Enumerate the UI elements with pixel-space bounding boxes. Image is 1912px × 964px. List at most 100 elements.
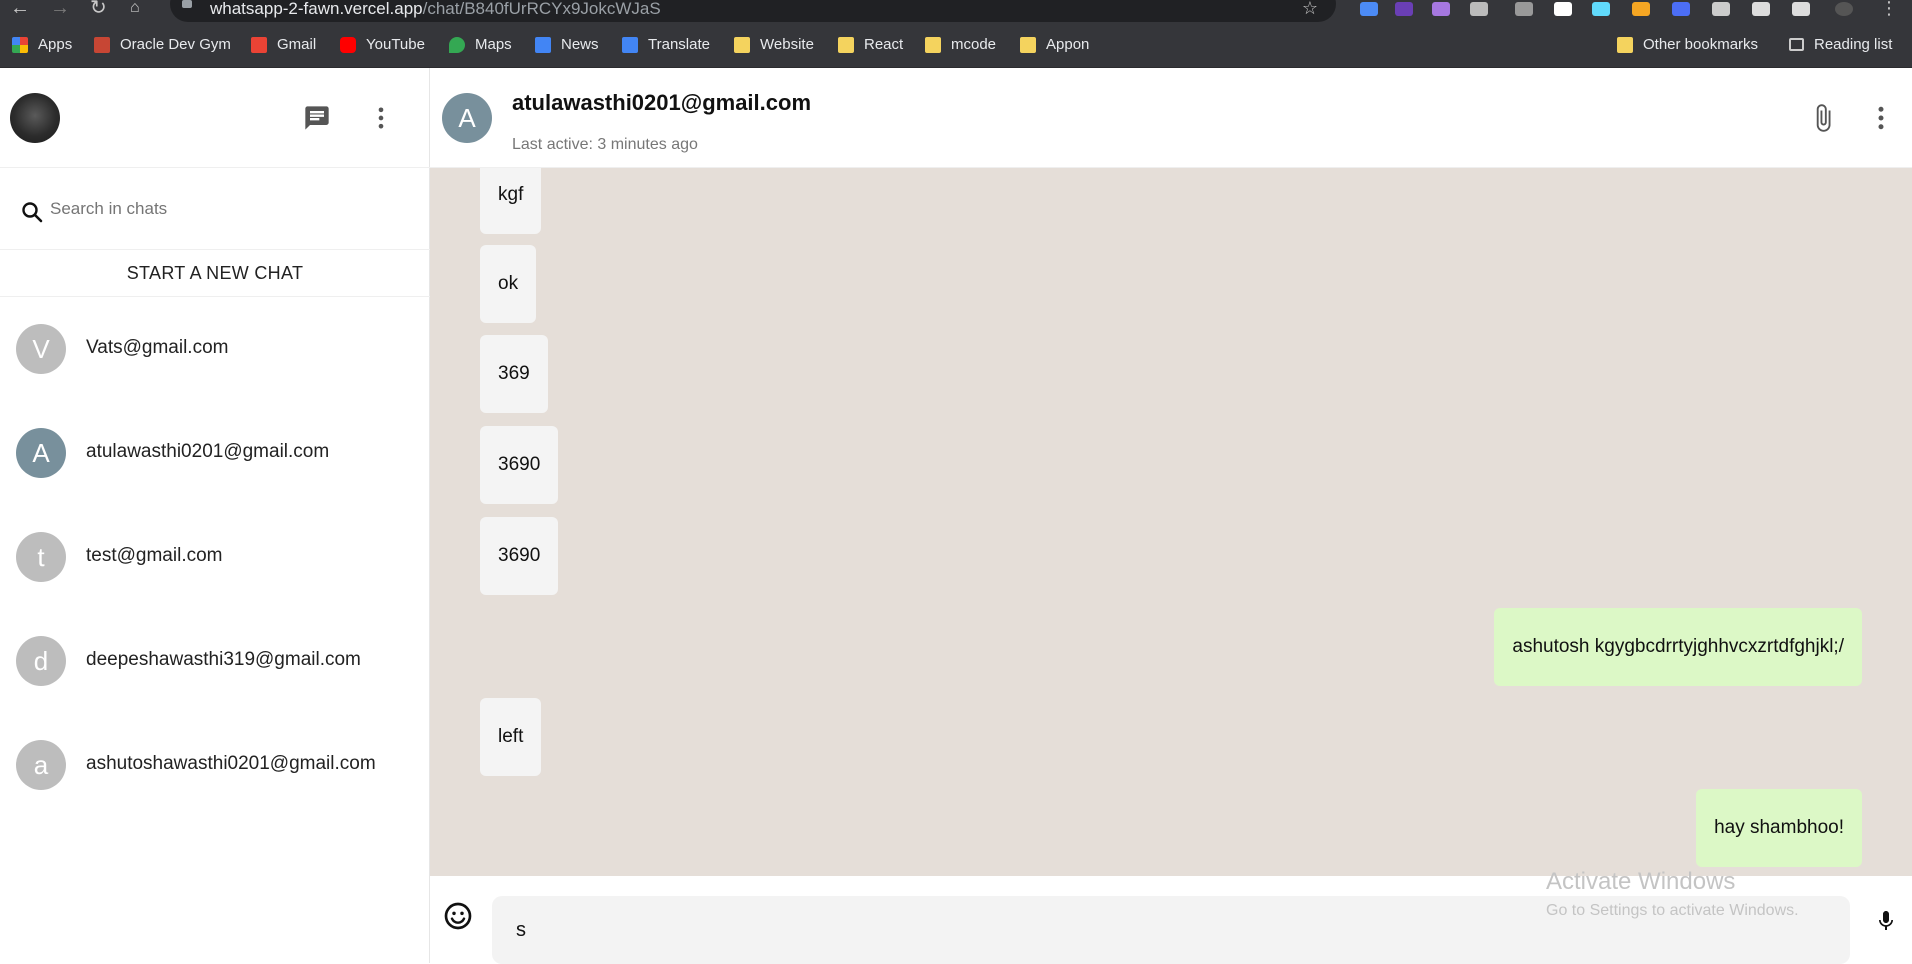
chat-list-item[interactable]: A atulawasthi0201@gmail.com bbox=[0, 401, 430, 505]
received-message: kgf bbox=[480, 168, 542, 234]
bookmark-apps[interactable]: Apps bbox=[12, 36, 72, 53]
reload-icon[interactable]: ↻ bbox=[90, 0, 107, 18]
sent-message: ashutosh kgygbcdrrtyjghhvcxzrtdfghjkl;/ bbox=[1494, 608, 1862, 686]
bookmark-youtube[interactable]: YouTube bbox=[340, 36, 425, 53]
contact-avatar: d bbox=[16, 636, 66, 686]
extension-icon[interactable] bbox=[1712, 2, 1730, 16]
bookmark-star-icon[interactable]: ☆ bbox=[1302, 0, 1318, 19]
profile-avatar[interactable] bbox=[1835, 2, 1853, 16]
extension-icon[interactable] bbox=[1554, 2, 1572, 16]
react-devtools-icon[interactable] bbox=[1592, 2, 1610, 16]
lock-icon bbox=[182, 0, 192, 8]
chat-list-item[interactable]: a ashutoshawasthi0201@gmail.com bbox=[0, 713, 430, 817]
microphone-icon[interactable] bbox=[1874, 908, 1898, 939]
start-new-chat-button[interactable]: START A NEW CHAT bbox=[0, 250, 430, 297]
chat-list-item[interactable]: t test@gmail.com bbox=[0, 505, 430, 609]
oracle-icon bbox=[94, 36, 110, 53]
bookmark-label: Website bbox=[760, 36, 814, 53]
received-message: 3690 bbox=[480, 517, 559, 595]
folder-icon bbox=[838, 36, 854, 53]
bookmark-label: Reading list bbox=[1814, 36, 1893, 53]
watermark-subtitle: Go to Settings to activate Windows. bbox=[1546, 902, 1799, 919]
chat-header: A atulawasthi0201@gmail.com Last active:… bbox=[430, 68, 1912, 168]
attach-file-icon[interactable] bbox=[1808, 102, 1838, 139]
url-host: whatsapp-2-fawn.vercel.app bbox=[210, 0, 423, 18]
watermark-title: Activate Windows bbox=[1546, 868, 1736, 895]
extension-icon[interactable] bbox=[1672, 2, 1690, 16]
bookmark-label: Other bookmarks bbox=[1643, 36, 1759, 53]
folder-icon bbox=[734, 36, 750, 53]
bookmark-gmail[interactable]: Gmail bbox=[251, 36, 316, 53]
sidebar-header bbox=[0, 68, 430, 168]
bookmark-label: Appon bbox=[1046, 36, 1090, 53]
extension-icon[interactable] bbox=[1432, 2, 1450, 16]
bookmark-label: Apps bbox=[38, 36, 73, 53]
chat-panel: A atulawasthi0201@gmail.com Last active:… bbox=[430, 68, 1912, 964]
chat-list-item[interactable]: d deepeshawasthi319@gmail.com bbox=[0, 609, 430, 713]
bookmark-website[interactable]: Website bbox=[734, 36, 814, 53]
folder-icon bbox=[925, 36, 941, 53]
bookmark-label: Maps bbox=[475, 36, 512, 53]
extensions-puzzle-icon[interactable] bbox=[1752, 2, 1770, 16]
forward-icon[interactable]: → bbox=[50, 0, 70, 18]
contact-email: test@gmail.com bbox=[86, 545, 223, 566]
bookmark-label: React bbox=[864, 36, 904, 53]
extension-icon[interactable] bbox=[1360, 2, 1378, 16]
other-bookmarks[interactable]: Other bookmarks bbox=[1617, 36, 1758, 53]
emoji-icon[interactable] bbox=[442, 900, 474, 937]
whatsapp-app: START A NEW CHAT V Vats@gmail.com A atul… bbox=[0, 68, 1912, 964]
bookmarks-bar: Apps Oracle Dev Gym Gmail YouTube Maps N… bbox=[0, 22, 1912, 68]
contact-avatar: t bbox=[16, 532, 66, 582]
contact-avatar: A bbox=[16, 428, 66, 478]
extension-icon[interactable] bbox=[1470, 2, 1488, 16]
search-bar bbox=[0, 168, 430, 250]
bookmark-maps[interactable]: Maps bbox=[449, 36, 512, 53]
browser-menu-icon[interactable]: ⋮ bbox=[1880, 0, 1898, 18]
bookmark-label: News bbox=[561, 36, 599, 53]
youtube-icon bbox=[340, 36, 356, 53]
bookmark-news[interactable]: News bbox=[535, 36, 599, 53]
windows-activation-watermark: Activate Windows Go to Settings to activ… bbox=[1546, 868, 1799, 920]
contact-avatar: V bbox=[16, 324, 66, 374]
back-icon[interactable]: ← bbox=[10, 0, 30, 18]
search-icon bbox=[20, 200, 44, 229]
folder-icon bbox=[1617, 36, 1633, 53]
gmail-icon bbox=[251, 36, 267, 53]
bookmark-label: mcode bbox=[951, 36, 997, 53]
received-message: 3690 bbox=[480, 426, 559, 504]
apps-grid-icon bbox=[12, 36, 28, 53]
bookmark-translate[interactable]: Translate bbox=[622, 36, 710, 53]
chat-list-item[interactable]: V Vats@gmail.com bbox=[0, 297, 430, 401]
last-active-status: Last active: 3 minutes ago bbox=[512, 136, 698, 153]
search-input[interactable] bbox=[50, 196, 410, 222]
more-vert-icon[interactable] bbox=[1866, 102, 1896, 139]
bookmark-appon[interactable]: Appon bbox=[1020, 36, 1089, 53]
extension-icon[interactable] bbox=[1632, 2, 1650, 16]
chat-icon[interactable] bbox=[303, 104, 331, 137]
folder-icon bbox=[1020, 36, 1036, 53]
more-vert-icon[interactable] bbox=[367, 104, 395, 137]
extension-icon[interactable] bbox=[1395, 2, 1413, 16]
translate-icon bbox=[622, 36, 638, 53]
maps-icon bbox=[449, 36, 465, 53]
received-message: 369 bbox=[480, 335, 548, 413]
home-icon[interactable]: ⌂ bbox=[130, 0, 140, 18]
contact-avatar: a bbox=[16, 740, 66, 790]
camera-icon[interactable] bbox=[1515, 2, 1533, 16]
url-path: /chat/B840fUrRCYx9JokcWJaS bbox=[422, 0, 661, 18]
chat-list: V Vats@gmail.com A atulawasthi0201@gmail… bbox=[0, 297, 430, 817]
bookmark-oracle-dev-gym[interactable]: Oracle Dev Gym bbox=[94, 36, 231, 53]
sent-message: hay shambhoo! bbox=[1696, 789, 1862, 867]
sidebar: START A NEW CHAT V Vats@gmail.com A atul… bbox=[0, 68, 430, 963]
reading-list-icon bbox=[1789, 38, 1804, 51]
bookmark-label: YouTube bbox=[366, 36, 425, 53]
contact-email: ashutoshawasthi0201@gmail.com bbox=[86, 753, 376, 774]
bookmark-react[interactable]: React bbox=[838, 36, 903, 53]
address-bar[interactable]: whatsapp-2-fawn.vercel.app/chat/B840fUrR… bbox=[170, 0, 1336, 22]
contact-email: atulawasthi0201@gmail.com bbox=[86, 441, 330, 462]
media-icon[interactable] bbox=[1792, 2, 1810, 16]
recipient-avatar[interactable]: A bbox=[442, 93, 492, 143]
bookmark-mcode[interactable]: mcode bbox=[925, 36, 996, 53]
user-avatar[interactable] bbox=[10, 93, 60, 143]
reading-list[interactable]: Reading list bbox=[1789, 36, 1892, 53]
